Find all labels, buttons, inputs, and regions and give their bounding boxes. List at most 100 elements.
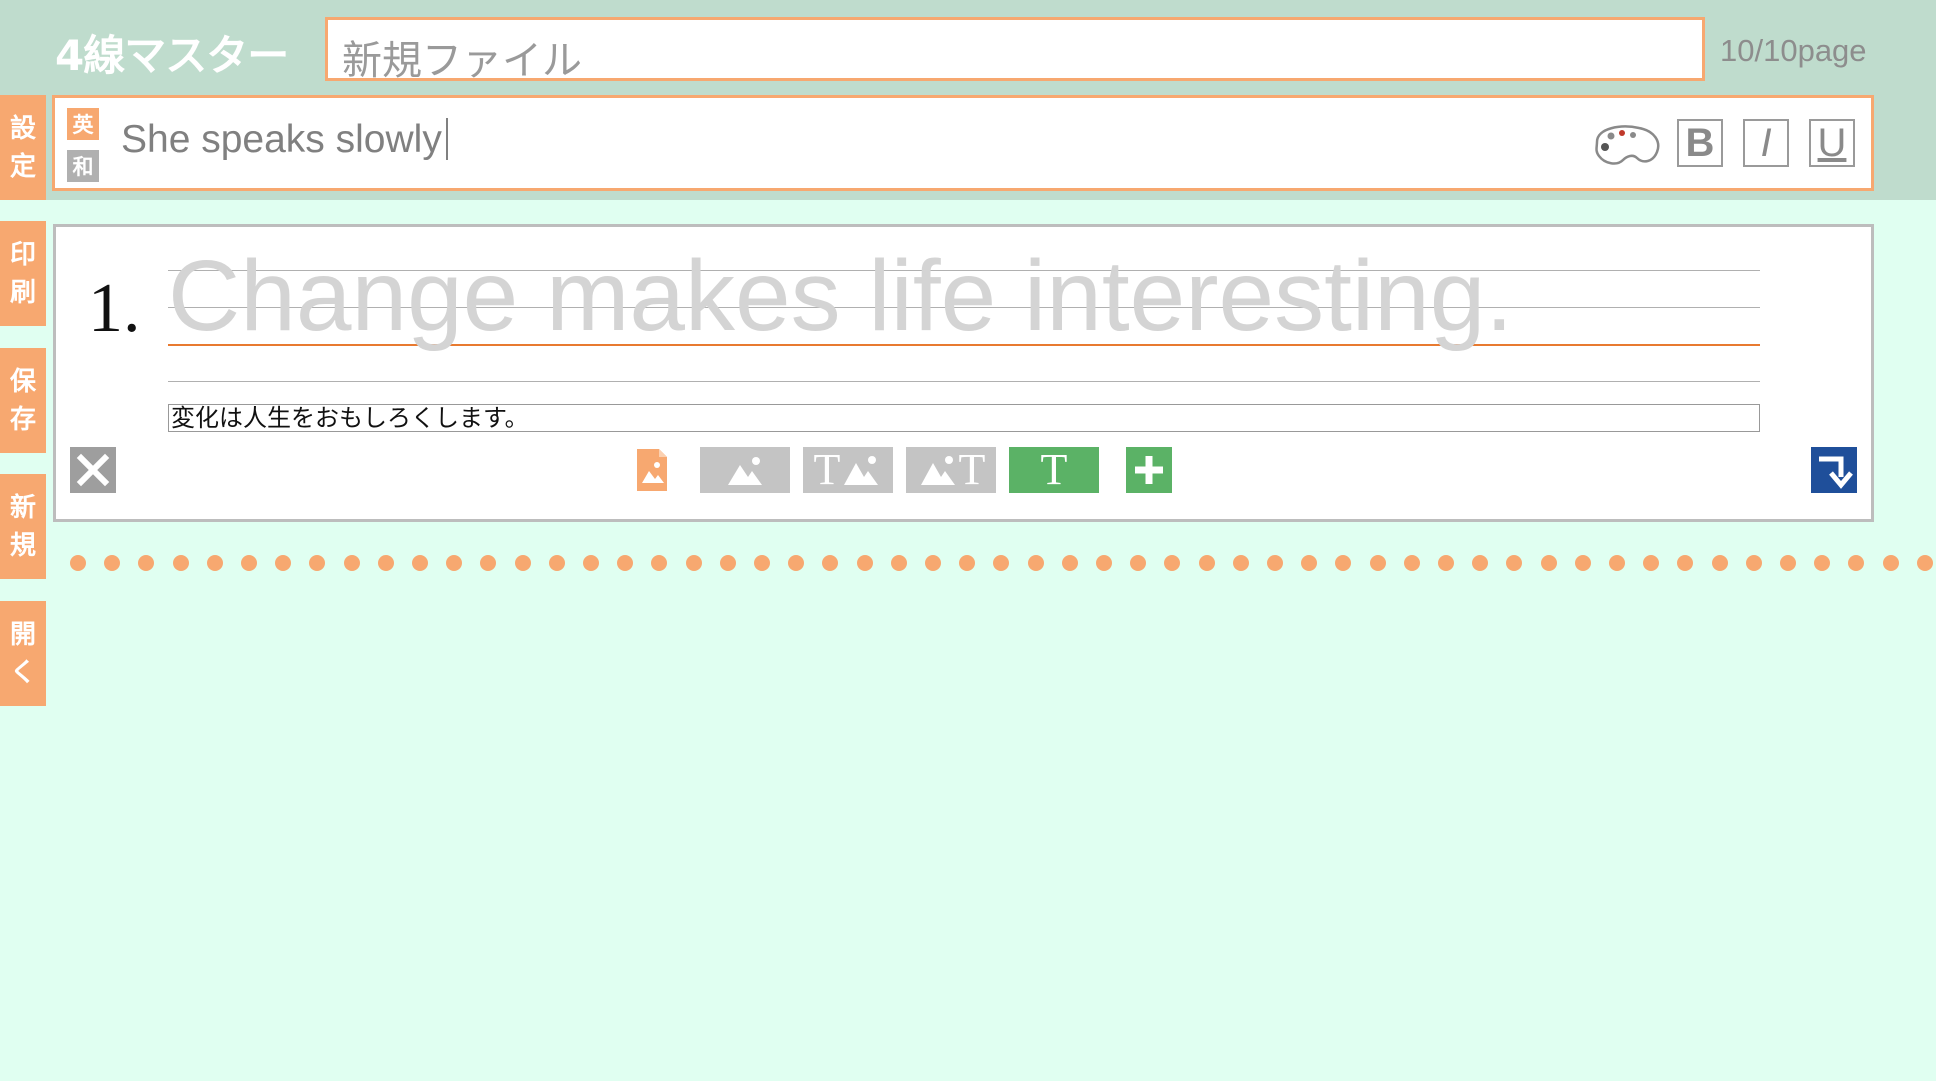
guide-line-bottom	[168, 381, 1760, 382]
image-only-icon[interactable]	[700, 447, 790, 493]
english-sentence[interactable]: Change makes life interesting.	[168, 239, 1513, 354]
separator-dot	[1232, 555, 1249, 571]
separator-dot	[1814, 555, 1831, 571]
separator-dot	[856, 555, 873, 571]
separator-dot	[1267, 555, 1283, 571]
text-only-icon[interactable]: T	[1009, 447, 1099, 493]
separator-dot	[788, 555, 805, 571]
separator-dot	[1335, 555, 1352, 571]
new-file-button[interactable]: 新 規	[0, 474, 46, 579]
separator-dot	[1061, 555, 1078, 571]
text-cursor	[445, 118, 448, 160]
sentence-input[interactable]: She speaks slowly	[121, 118, 448, 162]
print-button[interactable]: 印 刷	[0, 221, 46, 326]
separator-dot	[514, 555, 531, 571]
save-char-1: 保	[9, 366, 36, 397]
separator-dot	[1711, 555, 1728, 571]
separator-dot	[685, 555, 702, 571]
separator-dot	[241, 555, 257, 571]
sentence-card: 1. Change makes life interesting. 変化は人生を…	[53, 224, 1874, 522]
italic-button[interactable]: I	[1743, 119, 1789, 167]
sentence-number: 1.	[88, 270, 141, 347]
separator-dot	[1130, 555, 1147, 571]
separator-dot	[617, 555, 634, 571]
open-char-1: 開	[9, 619, 36, 650]
separator-dot	[754, 555, 770, 571]
separator-dot	[1574, 555, 1591, 571]
separator-dot	[412, 555, 428, 571]
sentence-editor: 英 和 She speaks slowly B I U	[52, 95, 1874, 191]
text-image-icon[interactable]: T	[803, 447, 893, 493]
separator-dot	[1438, 555, 1454, 571]
image-text-icon[interactable]: T	[906, 447, 996, 493]
image-text-t: T	[958, 445, 986, 494]
separator-dot	[309, 555, 326, 571]
separator-dot	[651, 555, 668, 571]
print-char-1: 印	[9, 239, 36, 270]
separator-dot	[1745, 555, 1762, 571]
underline-button[interactable]: U	[1809, 119, 1855, 167]
separator-dot	[993, 555, 1010, 571]
print-char-2: 刷	[9, 277, 36, 308]
text-only-t: T	[1040, 445, 1068, 494]
separator-dot	[377, 555, 394, 571]
page-count: 10/10page	[1720, 33, 1867, 68]
filename-input[interactable]: 新規ファイル	[325, 17, 1705, 84]
image-file-icon[interactable]	[635, 447, 669, 493]
separator-dot	[446, 555, 463, 571]
dotted-separator	[70, 555, 1936, 571]
lang-japanese-tag[interactable]: 和	[67, 150, 99, 182]
separator-dot	[138, 555, 155, 571]
separator-dot	[70, 555, 86, 571]
settings-char-2: 定	[9, 151, 36, 182]
separator-dot	[480, 555, 497, 571]
separator-dot	[1096, 555, 1112, 571]
separator-dot	[206, 555, 223, 571]
separator-dot	[104, 555, 121, 571]
sentence-input-text: She speaks slowly	[121, 118, 442, 161]
palette-icon[interactable]	[1587, 120, 1663, 168]
settings-char-1: 設	[9, 113, 36, 144]
separator-dot	[1164, 555, 1181, 571]
separator-dot	[1916, 555, 1933, 571]
separator-dot	[343, 555, 360, 571]
insert-below-icon[interactable]	[1811, 447, 1857, 493]
new-char-1: 新	[9, 492, 36, 523]
separator-dot	[1027, 555, 1044, 571]
separator-dot	[1472, 555, 1489, 571]
separator-dot	[890, 555, 907, 571]
japanese-translation[interactable]: 変化は人生をおもしろくします。	[168, 404, 1760, 432]
separator-dot	[1301, 555, 1318, 571]
open-char-2: く	[9, 657, 36, 688]
separator-dot	[172, 555, 189, 571]
open-button[interactable]: 開 く	[0, 601, 46, 706]
lang-english-tag[interactable]: 英	[67, 108, 99, 140]
delete-icon[interactable]	[70, 447, 116, 493]
save-char-2: 存	[9, 404, 36, 435]
text-image-t: T	[813, 445, 841, 494]
app-title: 4線マスター	[55, 31, 289, 80]
add-icon[interactable]	[1126, 447, 1172, 493]
separator-dot	[1643, 555, 1660, 571]
separator-dot	[1506, 555, 1523, 571]
separator-dot	[1882, 555, 1899, 571]
settings-button[interactable]: 設 定	[0, 95, 46, 200]
separator-dot	[925, 555, 941, 571]
separator-dot	[1677, 555, 1694, 571]
bold-button[interactable]: B	[1677, 119, 1723, 167]
separator-dot	[275, 555, 292, 571]
separator-dot	[1198, 555, 1215, 571]
separator-dot	[959, 555, 976, 571]
new-char-2: 規	[9, 530, 36, 561]
separator-dot	[548, 555, 565, 571]
separator-dot	[1369, 555, 1386, 571]
separator-dot	[1609, 555, 1625, 571]
separator-dot	[1540, 555, 1557, 571]
separator-dot	[1403, 555, 1420, 571]
separator-dot	[583, 555, 599, 571]
separator-dot	[719, 555, 736, 571]
separator-dot	[1780, 555, 1796, 571]
separator-dot	[822, 555, 839, 571]
save-button[interactable]: 保 存	[0, 348, 46, 453]
separator-dot	[1848, 555, 1865, 571]
